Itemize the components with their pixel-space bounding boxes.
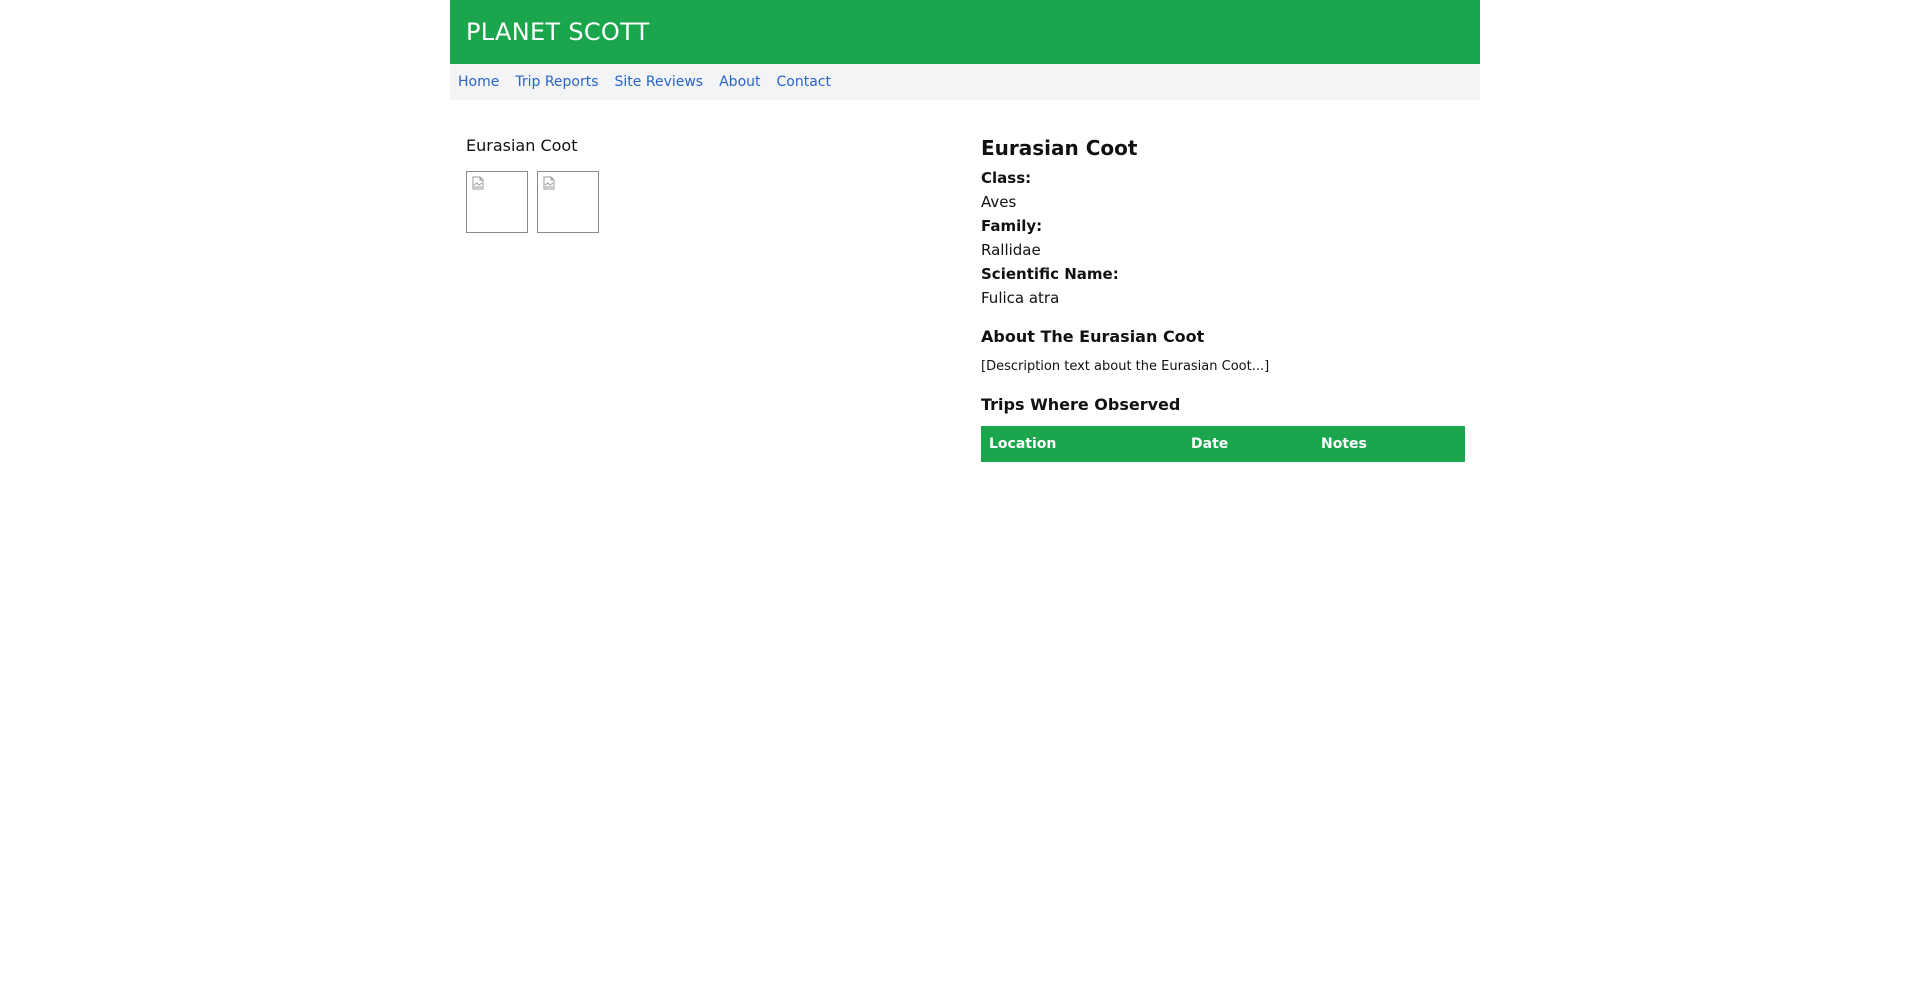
scientific-name-value: Fulica atra xyxy=(981,289,1060,307)
species-title: Eurasian Coot xyxy=(981,136,1138,160)
page: PLANET SCOTT Home Trip Reports Site Revi… xyxy=(0,0,1920,995)
photo-gallery: Eurasian Coot xyxy=(466,136,599,233)
nav-link-contact[interactable]: Contact xyxy=(777,74,831,90)
species-details: Eurasian Coot Class: Aves Family: Rallid… xyxy=(981,136,1465,462)
main-container: PLANET SCOTT Home Trip Reports Site Revi… xyxy=(450,0,1480,600)
photo-thumbnail-2[interactable] xyxy=(537,171,599,233)
thumbnail-list xyxy=(466,171,599,233)
site-header: PLANET SCOTT xyxy=(450,0,1480,64)
nav-link-about[interactable]: About xyxy=(719,74,760,90)
gallery-caption: Eurasian Coot xyxy=(466,136,578,155)
family-label: Family: xyxy=(981,217,1043,235)
scientific-name-label: Scientific Name: xyxy=(981,265,1119,283)
main-nav: Home Trip Reports Site Reviews About Con… xyxy=(450,64,1480,100)
trips-heading: Trips Where Observed xyxy=(981,395,1181,414)
nav-link-trip-reports[interactable]: Trip Reports xyxy=(515,74,598,90)
nav-link-site-reviews[interactable]: Site Reviews xyxy=(615,74,704,90)
nav-link-home[interactable]: Home xyxy=(458,74,499,90)
species-description: [Description text about the Eurasian Coo… xyxy=(981,359,1270,374)
about-heading: About The Eurasian Coot xyxy=(981,327,1205,346)
column-header-notes: Notes xyxy=(1313,426,1465,462)
broken-image-icon xyxy=(472,176,484,190)
photo-thumbnail-1[interactable] xyxy=(466,171,528,233)
broken-image-icon xyxy=(543,176,555,190)
site-brand[interactable]: PLANET SCOTT xyxy=(466,18,650,46)
class-value: Aves xyxy=(981,193,1017,211)
class-label: Class: xyxy=(981,169,1032,187)
content-area: Eurasian Coot Eurasian Coot Class: Aves … xyxy=(450,100,1480,600)
family-value: Rallidae xyxy=(981,241,1041,259)
table-header-row: Location Date Notes xyxy=(981,426,1465,462)
trips-table: Location Date Notes xyxy=(981,426,1465,462)
column-header-date: Date xyxy=(1183,426,1313,462)
column-header-location: Location xyxy=(981,426,1183,462)
